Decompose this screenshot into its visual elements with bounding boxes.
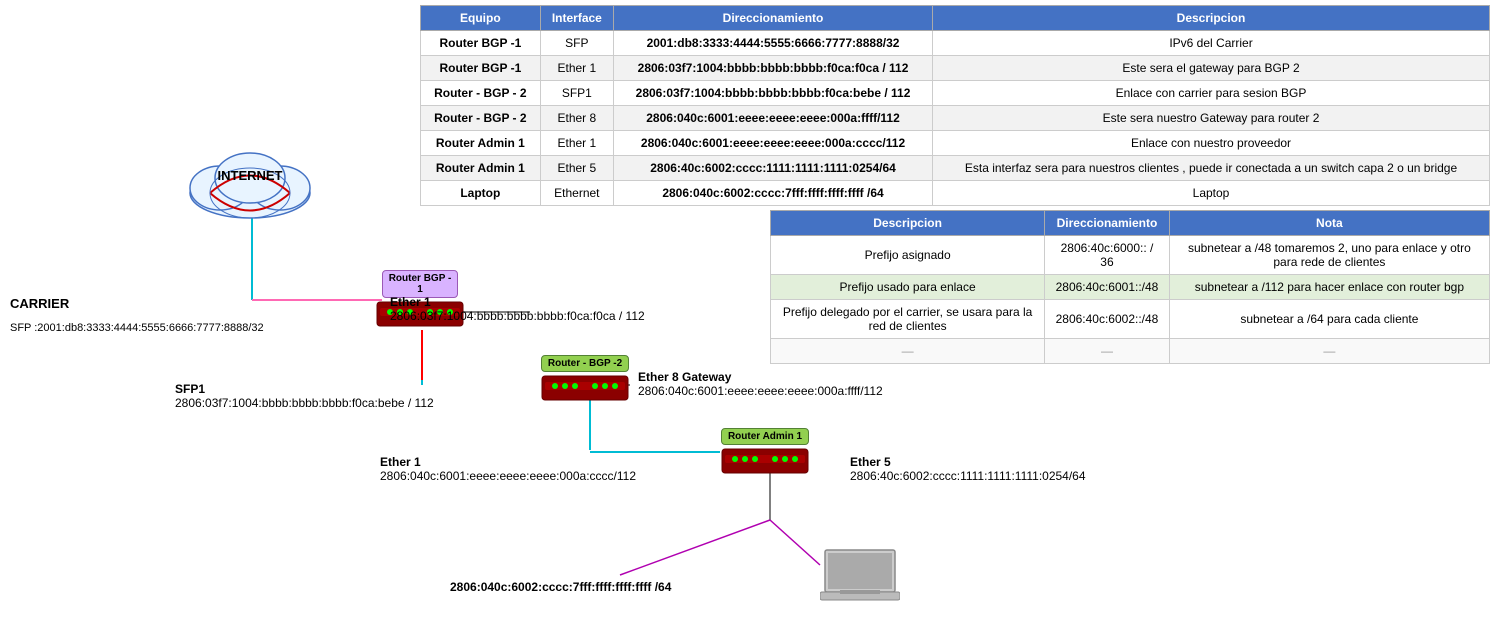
cell-direccionamiento: 2806:03f7:1004:bbbb:bbbb:bbbb:f0ca:bebe … <box>614 81 933 106</box>
col2-header-nota: Nota <box>1169 211 1489 236</box>
cell-interface: Ether 8 <box>540 106 613 131</box>
cell-descripcion: Enlace con carrier para sesion BGP <box>933 81 1490 106</box>
cell-interface: SFP <box>540 31 613 56</box>
cell2-descripcion: Prefijo usado para enlace <box>771 275 1045 300</box>
main-table-row: Router Admin 1Ether 12806:040c:6001:eeee… <box>421 131 1490 156</box>
ether8-label-group: Ether 8 Gateway 2806:040c:6001:eeee:eeee… <box>638 370 883 398</box>
cell2-nota: subnetear a /48 tomaremos 2, uno para en… <box>1169 236 1489 275</box>
cell-descripcion: IPv6 del Carrier <box>933 31 1490 56</box>
router-bgp2: Router - BGP -2 <box>540 355 630 402</box>
cell-direccionamiento: 2806:040c:6001:eeee:eeee:eeee:000a:ffff/… <box>614 106 933 131</box>
second-table: Descripcion Direccionamiento Nota Prefij… <box>770 210 1490 364</box>
router-admin1-device <box>720 447 810 475</box>
second-table-row: Prefijo usado para enlace2806:40c:6001::… <box>771 275 1490 300</box>
main-table-row: LaptopEthernet2806:040c:6002:cccc:7fff:f… <box>421 181 1490 206</box>
cell-equipo: Router Admin 1 <box>421 131 541 156</box>
ether8-addr: 2806:040c:6001:eeee:eeee:eeee:000a:ffff/… <box>638 384 883 398</box>
cell-interface: Ethernet <box>540 181 613 206</box>
cell-equipo: Router BGP -1 <box>421 56 541 81</box>
cell-equipo: Router - BGP - 2 <box>421 106 541 131</box>
main-table-row: Router - BGP - 2Ether 82806:040c:6001:ee… <box>421 106 1490 131</box>
cell-direccionamiento: 2806:040c:6001:eeee:eeee:eeee:000a:cccc/… <box>614 131 933 156</box>
cell-equipo: Router BGP -1 <box>421 31 541 56</box>
cell2-nota: subnetear a /112 para hacer enlace con r… <box>1169 275 1489 300</box>
col-header-interface: Interface <box>540 6 613 31</box>
cell-direccionamiento: 2806:040c:6002:cccc:7fff:ffff:ffff:ffff … <box>614 181 933 206</box>
cell-descripcion: Enlace con nuestro proveedor <box>933 131 1490 156</box>
col-header-equipo: Equipo <box>421 6 541 31</box>
sfp1-label: SFP1 <box>175 382 434 396</box>
router-bgp2-label: Router - BGP -2 <box>541 355 629 372</box>
internet-cloud: INTERNET <box>175 148 325 226</box>
cell2-direccionamiento: 2806:40c:6000:: / 36 <box>1045 236 1170 275</box>
laptop-svg <box>820 548 900 608</box>
cell2-descripcion: — <box>771 339 1045 364</box>
ether1-admin-label-group: Ether 1 2806:040c:6001:eeee:eeee:eeee:00… <box>380 455 636 483</box>
cell-direccionamiento: 2001:db8:3333:4444:5555:6666:7777:8888/3… <box>614 31 933 56</box>
col-header-direccionamiento: Direccionamiento <box>614 6 933 31</box>
cell-interface: Ether 5 <box>540 156 613 181</box>
sfp1-addr: 2806:03f7:1004:bbbb:bbbb:bbbb:f0ca:bebe … <box>175 396 434 410</box>
sfp1-label-group: SFP1 2806:03f7:1004:bbbb:bbbb:bbbb:f0ca:… <box>175 382 434 410</box>
router-admin1-label: Router Admin 1 <box>721 428 809 445</box>
second-table-row: ——— <box>771 339 1490 364</box>
col-header-descripcion: Descripcion <box>933 6 1490 31</box>
col2-header-dir: Direccionamiento <box>1045 211 1170 236</box>
ether5-label-group: Ether 5 2806:40c:6002:cccc:1111:1111:111… <box>850 455 1086 483</box>
router-admin1: Router Admin 1 <box>720 428 810 475</box>
cell2-descripcion: Prefijo delegado por el carrier, se usar… <box>771 300 1045 339</box>
main-table-wrapper: Equipo Interface Direccionamiento Descri… <box>420 5 1490 206</box>
cell-interface: Ether 1 <box>540 131 613 156</box>
ether5-label: Ether 5 <box>850 455 1086 469</box>
cell2-direccionamiento: — <box>1045 339 1170 364</box>
internet-label: INTERNET <box>175 168 325 183</box>
cell-descripcion: Este sera el gateway para BGP 2 <box>933 56 1490 81</box>
cell-equipo: Router - BGP - 2 <box>421 81 541 106</box>
main-table-row: Router Admin 1Ether 52806:40c:6002:cccc:… <box>421 156 1490 181</box>
second-table-row: Prefijo delegado por el carrier, se usar… <box>771 300 1490 339</box>
cell2-nota: — <box>1169 339 1489 364</box>
laptop <box>820 548 900 611</box>
cell2-direccionamiento: 2806:40c:6001::/48 <box>1045 275 1170 300</box>
cell-direccionamiento: 2806:03f7:1004:bbbb:bbbb:bbbb:f0ca:f0ca … <box>614 56 933 81</box>
router-bgp1-label: Router BGP - 1 <box>382 270 459 298</box>
cell-direccionamiento: 2806:40c:6002:cccc:1111:1111:1111:0254/6… <box>614 156 933 181</box>
main-table-row: Router BGP -1SFP2001:db8:3333:4444:5555:… <box>421 31 1490 56</box>
ether1-bgp-addr: 2806:03f7:1004:bbbb:bbbb:bbbb:f0ca:f0ca … <box>390 309 645 323</box>
ether1-admin-addr: 2806:040c:6001:eeee:eeee:eeee:000a:cccc/… <box>380 469 636 483</box>
cell2-nota: subnetear a /64 para cada cliente <box>1169 300 1489 339</box>
main-table: Equipo Interface Direccionamiento Descri… <box>420 5 1490 206</box>
cell-interface: Ether 1 <box>540 56 613 81</box>
cell2-direccionamiento: 2806:40c:6002::/48 <box>1045 300 1170 339</box>
cell2-descripcion: Prefijo asignado <box>771 236 1045 275</box>
cell-interface: SFP1 <box>540 81 613 106</box>
ether5-addr: 2806:40c:6002:cccc:1111:1111:1111:0254/6… <box>850 469 1086 483</box>
cell-equipo: Laptop <box>421 181 541 206</box>
col2-header-desc: Descripcion <box>771 211 1045 236</box>
second-table-wrapper: Descripcion Direccionamiento Nota Prefij… <box>770 210 1490 364</box>
carrier-label: CARRIER SFP :2001:db8:3333:4444:5555:666… <box>10 292 264 339</box>
cloud-svg <box>175 148 325 223</box>
cell-descripcion: Este sera nuestro Gateway para router 2 <box>933 106 1490 131</box>
router-bgp2-device <box>540 374 630 402</box>
cell-descripcion: Laptop <box>933 181 1490 206</box>
cell-descripcion: Esta interfaz sera para nuestros cliente… <box>933 156 1490 181</box>
cell-equipo: Router Admin 1 <box>421 156 541 181</box>
ether1-admin-label: Ether 1 <box>380 455 636 469</box>
main-table-row: Router - BGP - 2SFP12806:03f7:1004:bbbb:… <box>421 81 1490 106</box>
second-table-row: Prefijo asignado2806:40c:6000:: / 36subn… <box>771 236 1490 275</box>
ether8-label: Ether 8 Gateway <box>638 370 883 384</box>
laptop-addr: 2806:040c:6002:cccc:7fff:ffff:ffff:ffff … <box>450 580 671 594</box>
main-table-row: Router BGP -1Ether 12806:03f7:1004:bbbb:… <box>421 56 1490 81</box>
ether1-bgp-label-group: Ether 1 2806:03f7:1004:bbbb:bbbb:bbbb:f0… <box>390 295 645 323</box>
ether1-bgp-label: Ether 1 <box>390 295 645 309</box>
